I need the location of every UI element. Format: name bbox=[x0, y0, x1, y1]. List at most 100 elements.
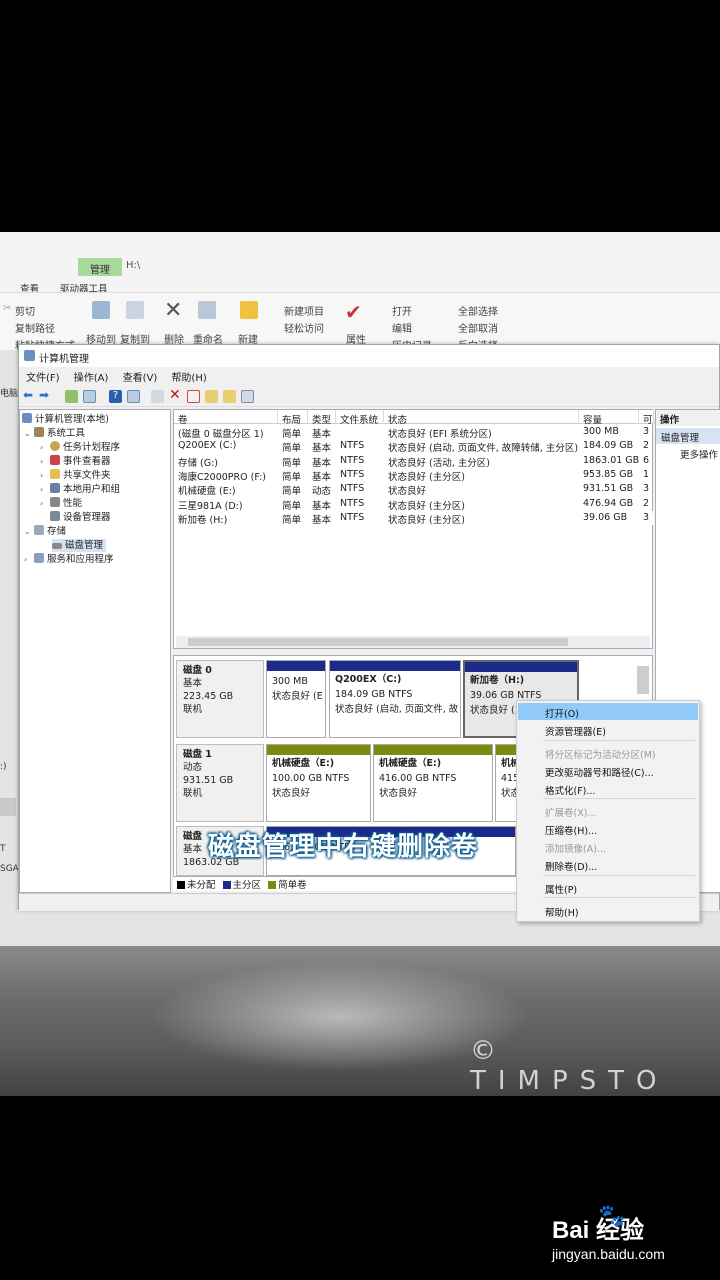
copy-path-button[interactable]: 复制路径 bbox=[15, 320, 55, 335]
table-row[interactable]: (磁盘 0 磁盘分区 1) 简单 基本 状态良好 (EFI 系统分区) 300 MB 3 bbox=[174, 425, 654, 440]
context-menu-item[interactable]: 格式化(F)... bbox=[518, 780, 698, 797]
chevron-right-icon[interactable]: › bbox=[40, 497, 50, 510]
table-row[interactable]: Q200EX (C:) 简单 基本 NTFS 状态良好 (启动, 页面文件, 故障转储,… bbox=[174, 439, 654, 454]
vertical-scrollbar-thumb[interactable] bbox=[637, 666, 649, 694]
table-row[interactable]: 存储 (G:) 简单 基本 NTFS 状态良好 (活动, 主分区) 1863.01 GB 6 bbox=[174, 454, 654, 469]
table-cell: 状态良好 (活动, 主分区) bbox=[388, 457, 490, 469]
disk-name: 磁盘 0 bbox=[183, 665, 212, 676]
partition-bar bbox=[374, 745, 492, 755]
context-menu-item[interactable]: 更改驱动器号和路径(C)... bbox=[518, 762, 698, 779]
context-menu-item[interactable]: 添加镜像(A)... bbox=[518, 838, 698, 855]
column-header-filesystem[interactable]: 文件系统 bbox=[336, 410, 384, 426]
partition-title: 机械硬盘（E:) bbox=[379, 758, 442, 769]
chevron-right-icon[interactable]: › bbox=[40, 469, 50, 482]
edit-button[interactable]: 编辑 bbox=[392, 320, 412, 335]
explorer-ribbon: ✂ 剪切 复制路径 粘贴快捷方式 移动到 复制到 ✕ 删除 重命名 新建 新建项… bbox=[0, 292, 720, 352]
partition-line1: 100.00 GB NTFS bbox=[272, 773, 350, 784]
tree-item-local-users[interactable]: › 本地用户和组 bbox=[40, 483, 120, 496]
partition-bar bbox=[267, 745, 370, 755]
table-row[interactable]: 新加卷 (H:) 简单 基本 NTFS 状态良好 (主分区) 39.06 GB 3 bbox=[174, 510, 654, 526]
tree-item-root[interactable]: 计算机管理(本地) bbox=[22, 413, 109, 426]
manage-tab[interactable]: 管理 bbox=[78, 258, 122, 276]
horizontal-scrollbar[interactable] bbox=[176, 636, 650, 648]
tree-item-event-viewer[interactable]: › 事件查看器 bbox=[40, 455, 111, 468]
tree-item-services-apps[interactable]: › 服务和应用程序 bbox=[24, 553, 114, 566]
cut-button[interactable]: 剪切 bbox=[15, 303, 35, 318]
column-header-capacity[interactable]: 容量 bbox=[579, 410, 639, 426]
disk-label[interactable]: 磁盘 0 基本 223.45 GB 联机 bbox=[176, 660, 264, 738]
forward-arrow-icon[interactable]: ➡ bbox=[39, 388, 52, 402]
column-header-type[interactable]: 类型 bbox=[308, 410, 336, 426]
context-menu-item[interactable]: 扩展卷(X)... bbox=[518, 802, 698, 819]
menu-help[interactable]: 帮助(H) bbox=[171, 369, 210, 384]
chevron-down-icon[interactable]: ⌄ bbox=[24, 525, 34, 538]
partition[interactable]: 机械硬盘（E:) 416.00 GB NTFS 状态良好 bbox=[373, 744, 493, 822]
easy-access-button[interactable]: 轻松访问 bbox=[284, 320, 324, 335]
table-cell: 184.09 GB bbox=[583, 440, 634, 452]
table-row[interactable]: 机械硬盘 (E:) 简单 动态 NTFS 状态良好 931.51 GB 3 bbox=[174, 482, 654, 497]
show-tree-icon[interactable] bbox=[83, 390, 96, 403]
tree-item-shared-folders[interactable]: › 共享文件夹 bbox=[40, 469, 111, 482]
partition[interactable]: 机械硬盘（E:) 100.00 GB NTFS 状态良好 bbox=[266, 744, 371, 822]
legend-swatch-unallocated bbox=[177, 881, 185, 889]
menu-view[interactable]: 查看(V) bbox=[123, 369, 162, 384]
chevron-right-icon[interactable]: › bbox=[24, 553, 34, 566]
connect-icon[interactable] bbox=[151, 390, 164, 403]
help-icon[interactable]: ? bbox=[109, 390, 122, 403]
partition-title: 新加卷（H:) bbox=[470, 675, 525, 686]
actions-disk-management[interactable]: 磁盘管理 bbox=[656, 428, 720, 444]
table-row[interactable]: 三星981A (D:) 简单 基本 NTFS 状态良好 (主分区) 476.94 GB 2 bbox=[174, 497, 654, 512]
open-button[interactable]: 打开 bbox=[392, 303, 412, 318]
tree-item-storage[interactable]: ⌄ 存储 bbox=[24, 525, 66, 538]
chevron-down-icon[interactable]: ⌄ bbox=[24, 427, 34, 440]
table-cell: Q200EX (C:) bbox=[178, 440, 237, 452]
more-actions-link[interactable]: 更多操作 bbox=[656, 444, 720, 461]
menu-file[interactable]: 文件(F) bbox=[26, 369, 64, 384]
context-menu-item[interactable]: 属性(P) bbox=[518, 879, 698, 896]
scrollbar-thumb[interactable] bbox=[188, 638, 568, 646]
tree-item-task-scheduler[interactable]: › 任务计划程序 bbox=[40, 441, 120, 454]
window-title: 计算机管理 bbox=[39, 354, 89, 365]
tree-item-performance[interactable]: › 性能 bbox=[40, 497, 82, 510]
column-header-free[interactable]: 可 bbox=[639, 410, 654, 426]
tree-item-disk-management[interactable]: 磁盘管理 bbox=[52, 539, 107, 552]
properties-icon[interactable] bbox=[241, 390, 254, 403]
partition[interactable]: Q200EX（C:) 184.09 GB NTFS 状态良好 (启动, 页面文件, … bbox=[329, 660, 461, 738]
chevron-right-icon[interactable]: › bbox=[40, 455, 50, 468]
delete-icon[interactable]: ✕ bbox=[169, 387, 182, 403]
disk-label[interactable]: 磁盘 1 动态 931.51 GB 联机 bbox=[176, 744, 264, 822]
tree-item-system-tools[interactable]: ⌄ 系统工具 bbox=[24, 427, 85, 440]
table-cell: 2 bbox=[643, 440, 650, 452]
tree-item-device-manager[interactable]: 设备管理器 bbox=[50, 511, 111, 524]
column-header-status[interactable]: 状态 bbox=[384, 410, 579, 426]
chevron-right-icon[interactable]: › bbox=[40, 441, 50, 454]
new-item-button[interactable]: 新建项目 bbox=[284, 303, 324, 318]
up-folder-icon[interactable] bbox=[65, 390, 78, 403]
left-edge-text: T bbox=[0, 844, 6, 854]
table-cell: 基本 bbox=[312, 471, 332, 483]
search-folder-icon[interactable] bbox=[223, 390, 236, 403]
menu-action[interactable]: 操作(A) bbox=[74, 369, 113, 384]
context-menu-item[interactable]: 将分区标记为活动分区(M) bbox=[518, 744, 698, 761]
context-menu-item[interactable]: 帮助(H) bbox=[518, 902, 698, 919]
table-cell: 476.94 GB bbox=[583, 497, 634, 509]
context-menu-item[interactable]: 删除卷(D)... bbox=[518, 856, 698, 873]
back-arrow-icon[interactable]: ⬅ bbox=[23, 388, 36, 402]
folder-icon[interactable] bbox=[205, 390, 218, 403]
context-menu-item[interactable]: 资源管理器(E) bbox=[518, 721, 698, 738]
computer-icon bbox=[22, 413, 32, 423]
table-row[interactable]: 海康C2000PRO (F:) 简单 基本 NTFS 状态良好 (主分区) 953.85 … bbox=[174, 468, 654, 483]
context-menu-item[interactable]: 压缩卷(H)... bbox=[518, 820, 698, 837]
select-none-button[interactable]: 全部取消 bbox=[458, 320, 498, 335]
legend-simple: 简单卷 bbox=[278, 880, 307, 891]
view-icon[interactable] bbox=[127, 390, 140, 403]
chevron-right-icon[interactable]: › bbox=[40, 483, 50, 496]
column-header-volume[interactable]: 卷 bbox=[174, 410, 278, 426]
partition[interactable]: 300 MB 状态良好 (E bbox=[266, 660, 326, 738]
column-header-layout[interactable]: 布局 bbox=[278, 410, 308, 426]
check-icon[interactable] bbox=[187, 390, 200, 403]
disk-name: 磁盘 1 bbox=[183, 749, 212, 760]
select-all-button[interactable]: 全部选择 bbox=[458, 303, 498, 318]
context-menu-item[interactable]: 打开(O) bbox=[518, 703, 698, 720]
legend-swatch-simple bbox=[268, 881, 277, 889]
